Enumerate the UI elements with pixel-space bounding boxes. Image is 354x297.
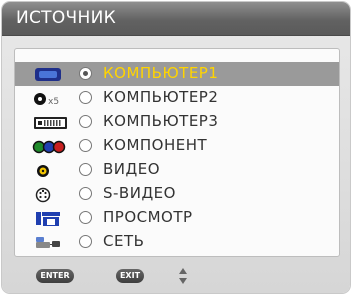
source-item-computer1[interactable]: КОМПЬЮТЕР1 xyxy=(15,62,339,86)
component-rca-icon xyxy=(31,137,69,155)
bnc-connector-icon: x5 xyxy=(31,89,69,107)
viewer-icon xyxy=(31,209,69,227)
source-item-computer3[interactable]: КОМПЬЮТЕР3 xyxy=(15,110,339,134)
bnc-count-label: x5 xyxy=(48,97,59,107)
exit-button[interactable]: EXIT xyxy=(116,269,144,283)
dvi-connector-icon xyxy=(31,113,69,131)
source-label: КОМПЬЮТЕР1 xyxy=(103,64,219,82)
source-item-viewer[interactable]: ПРОСМОТР xyxy=(15,206,339,230)
video-rca-icon xyxy=(31,161,69,179)
source-label: КОМПОНЕНТ xyxy=(103,136,208,154)
source-item-network[interactable]: СЕТЬ xyxy=(15,230,339,254)
source-label: S-ВИДЕО xyxy=(103,184,176,202)
source-item-component[interactable]: КОМПОНЕНТ xyxy=(15,134,339,158)
title-bar: ИСТОЧНИК xyxy=(2,2,350,36)
source-item-computer2[interactable]: x5 КОМПЬЮТЕР2 xyxy=(15,86,339,110)
radio-computer3[interactable] xyxy=(79,115,92,128)
radio-computer2[interactable] xyxy=(79,91,92,104)
source-label: ПРОСМОТР xyxy=(103,208,193,226)
source-menu: ИСТОЧНИК КОМПЬЮТЕР1 x5 КОМПЬЮТЕР2 КОМПЬЮ… xyxy=(2,2,350,293)
radio-s-video[interactable] xyxy=(79,187,92,200)
source-item-video[interactable]: ВИДЕО xyxy=(15,158,339,182)
source-label: КОМПЬЮТЕР3 xyxy=(103,112,219,130)
source-label: ВИДЕО xyxy=(103,160,161,178)
source-list: КОМПЬЮТЕР1 x5 КОМПЬЮТЕР2 КОМПЬЮТЕР3 КОМП… xyxy=(14,48,340,257)
menu-title: ИСТОЧНИК xyxy=(16,8,116,28)
up-down-arrows-icon xyxy=(178,267,188,285)
source-label: СЕТЬ xyxy=(103,232,145,250)
radio-component[interactable] xyxy=(79,139,92,152)
radio-viewer[interactable] xyxy=(79,211,92,224)
network-icon xyxy=(31,233,69,251)
radio-video[interactable] xyxy=(79,163,92,176)
radio-network[interactable] xyxy=(79,235,92,248)
enter-button[interactable]: ENTER xyxy=(36,269,74,283)
vga-connector-icon xyxy=(31,65,69,83)
s-video-icon xyxy=(31,185,69,203)
radio-computer1[interactable] xyxy=(79,67,92,80)
source-item-s-video[interactable]: S-ВИДЕО xyxy=(15,182,339,206)
source-label: КОМПЬЮТЕР2 xyxy=(103,88,219,106)
footer-hints: ENTER EXIT xyxy=(2,259,350,293)
